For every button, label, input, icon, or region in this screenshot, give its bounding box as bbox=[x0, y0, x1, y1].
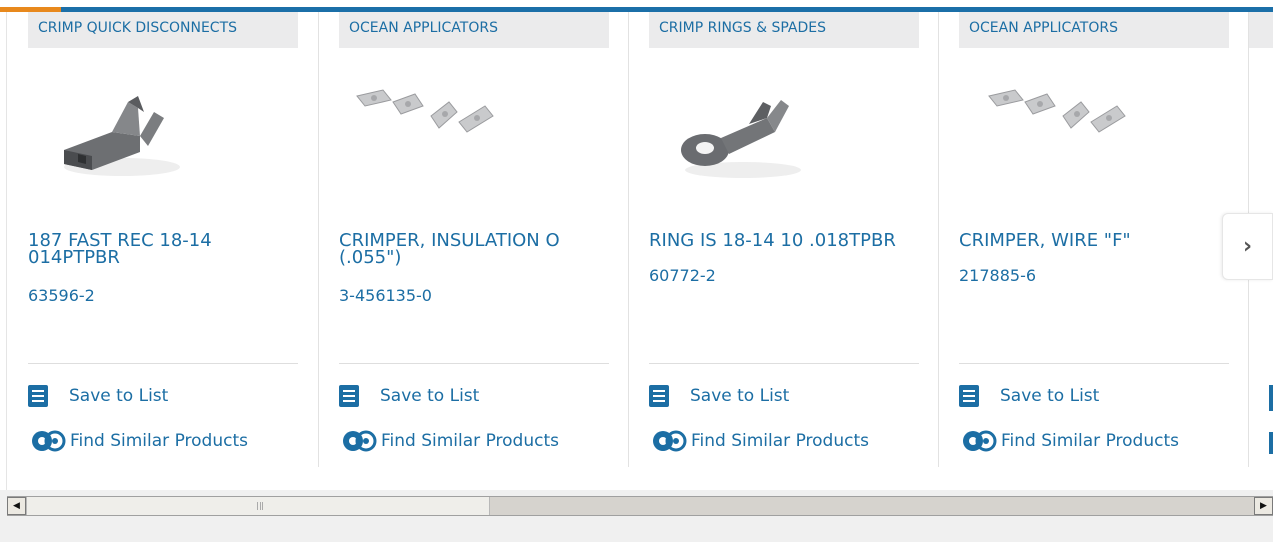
checklist-icon bbox=[339, 385, 359, 407]
save-to-list-label: Save to List bbox=[69, 386, 169, 406]
checklist-icon bbox=[1269, 385, 1273, 411]
card-divider-line bbox=[339, 363, 609, 364]
card-divider-line bbox=[28, 363, 298, 364]
gears-icon bbox=[343, 430, 377, 452]
save-to-list-button[interactable]: Save to List bbox=[28, 385, 168, 407]
find-similar-products-button[interactable]: Find Similar Products bbox=[649, 429, 869, 453]
carousel-left-edge bbox=[0, 12, 7, 490]
product-part-number[interactable]: 3-456135-0 bbox=[339, 286, 432, 305]
product-card: CRIMP QUICK DISCONNECTS 187 FAST REC 18-… bbox=[28, 12, 298, 467]
checklist-icon bbox=[959, 385, 979, 407]
product-title[interactable]: RING IS 18-14 10 .018TPBR bbox=[649, 232, 917, 250]
product-image-applicator-terminals[interactable] bbox=[973, 72, 1133, 192]
gears-icon bbox=[963, 430, 997, 452]
product-title[interactable]: CRIMPER, INSULATION O (.055") bbox=[339, 232, 607, 267]
checklist-icon bbox=[649, 385, 669, 407]
product-image-quick-disconnect[interactable] bbox=[42, 72, 202, 192]
product-part-number[interactable]: 60772-2 bbox=[649, 266, 716, 285]
scrollbar-grip-icon bbox=[257, 502, 263, 510]
carousel-next-button[interactable]: › bbox=[1222, 213, 1273, 280]
scroll-right-arrow[interactable]: ▶ bbox=[1254, 497, 1273, 515]
find-similar-label: Find Similar Products bbox=[691, 431, 869, 451]
gears-icon bbox=[653, 430, 687, 452]
product-title[interactable]: CRIMPER, WIRE "F" bbox=[959, 232, 1227, 250]
find-similar-label: Find Similar Products bbox=[381, 431, 559, 451]
card-separator bbox=[938, 12, 939, 467]
product-part-number[interactable]: 63596-2 bbox=[28, 286, 95, 305]
chevron-right-icon: › bbox=[1242, 234, 1253, 259]
product-card: OCEAN APPLICATORS CRIMPER, WIRE "F" 2178… bbox=[959, 12, 1229, 467]
save-to-list-label: Save to List bbox=[690, 386, 790, 406]
card-separator bbox=[628, 12, 629, 467]
find-similar-products-button[interactable]: Find Similar Products bbox=[339, 429, 559, 453]
find-similar-label: Find Similar Products bbox=[70, 431, 248, 451]
card-separator bbox=[318, 12, 319, 467]
product-part-number[interactable]: 217885-6 bbox=[959, 266, 1036, 285]
find-similar-products-button[interactable]: Find Similar Products bbox=[28, 429, 248, 453]
product-image-applicator-terminals[interactable] bbox=[353, 72, 513, 192]
product-category[interactable]: OCEAN APPLICATORS bbox=[339, 12, 609, 48]
product-card: CRIMP RINGS & SPADES RING IS 18-14 10 .0… bbox=[649, 12, 919, 467]
product-card: OCEAN APPLICATORS CRIMPER, INSULATION O … bbox=[339, 12, 609, 467]
card-divider-line bbox=[649, 363, 919, 364]
save-to-list-button[interactable]: Save to List bbox=[649, 385, 789, 407]
gears-icon bbox=[1269, 432, 1273, 454]
find-similar-products-button[interactable]: Find Similar Products bbox=[959, 429, 1179, 453]
scroll-left-arrow[interactable]: ◀ bbox=[7, 497, 26, 515]
save-to-list-label: Save to List bbox=[380, 386, 480, 406]
find-similar-label: Find Similar Products bbox=[1001, 431, 1179, 451]
save-to-list-button[interactable]: Save to List bbox=[339, 385, 479, 407]
save-to-list-label: Save to List bbox=[1000, 386, 1100, 406]
horizontal-scrollbar[interactable]: ◀ ▶ bbox=[7, 496, 1273, 516]
card-divider-line bbox=[959, 363, 1229, 364]
product-category-partial bbox=[1249, 12, 1273, 48]
checklist-icon bbox=[28, 385, 48, 407]
product-title[interactable]: 187 FAST REC 18-14 014PTPBR bbox=[28, 232, 296, 267]
product-category[interactable]: CRIMP QUICK DISCONNECTS bbox=[28, 12, 298, 48]
scrollbar-thumb[interactable] bbox=[26, 497, 490, 515]
product-category[interactable]: CRIMP RINGS & SPADES bbox=[649, 12, 919, 48]
product-category[interactable]: OCEAN APPLICATORS bbox=[959, 12, 1229, 48]
gears-icon bbox=[32, 430, 66, 452]
save-to-list-button[interactable]: Save to List bbox=[959, 385, 1099, 407]
product-carousel: CRIMP QUICK DISCONNECTS 187 FAST REC 18-… bbox=[0, 0, 1273, 490]
product-image-ring-terminal[interactable] bbox=[663, 72, 823, 192]
